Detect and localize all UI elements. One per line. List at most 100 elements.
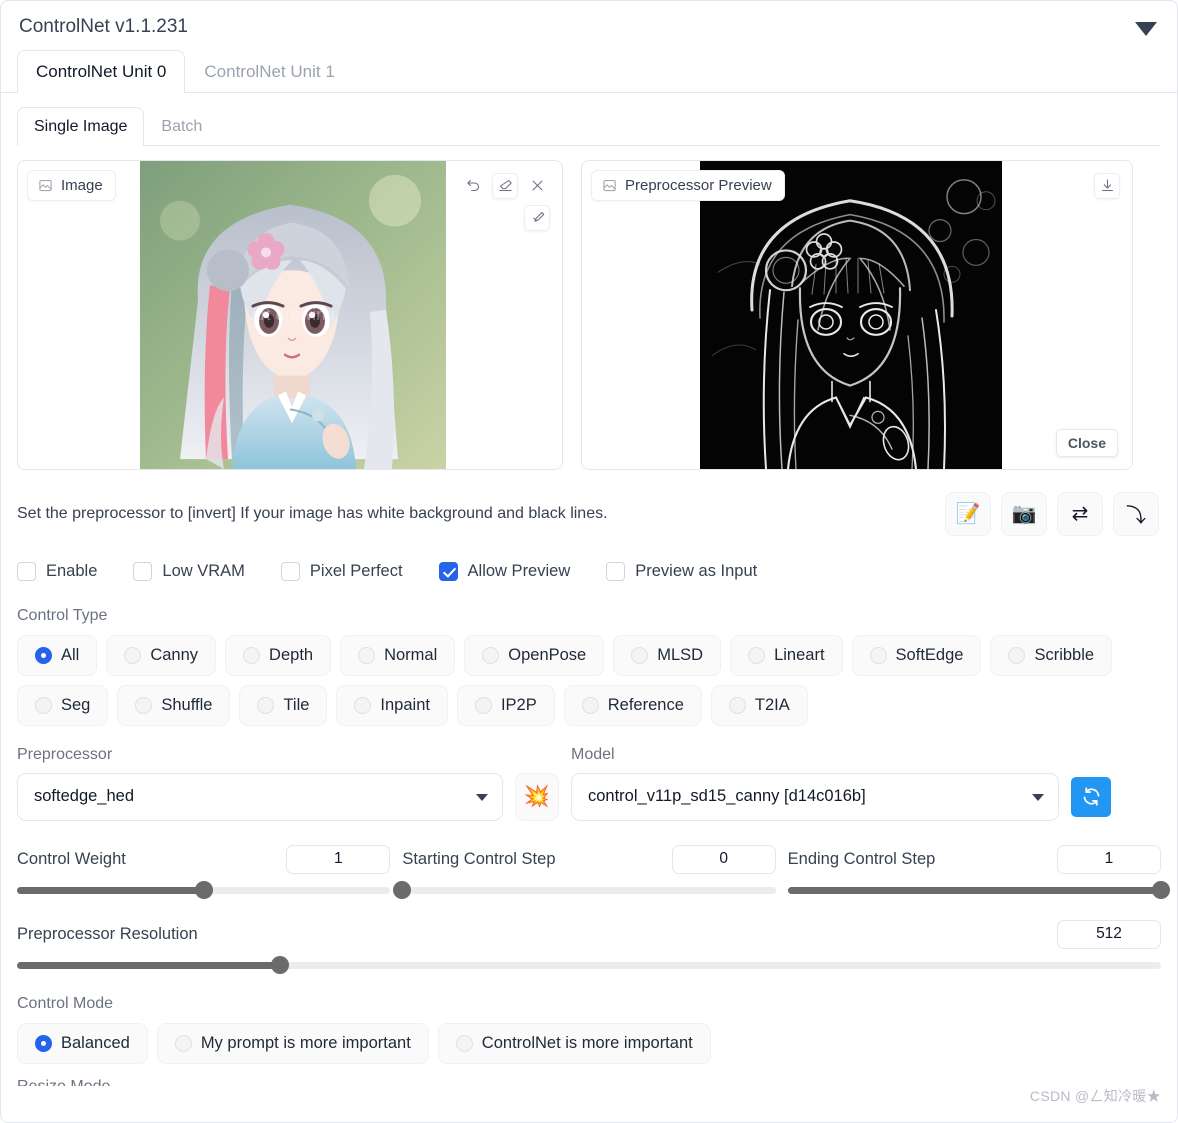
control-type-inpaint[interactable]: Inpaint (336, 684, 448, 726)
radio[interactable] (257, 696, 275, 714)
control-type-canny[interactable]: Canny (106, 634, 217, 676)
slider-value[interactable]: 1 (286, 844, 391, 874)
preprocessor-dropdown[interactable]: softedge_hed (17, 772, 503, 821)
control-mode-balanced[interactable]: Balanced (17, 1022, 148, 1064)
checkbox-box[interactable] (17, 561, 36, 581)
close-icon[interactable] (524, 172, 550, 199)
control-type-mlsd[interactable]: MLSD (613, 634, 722, 676)
control-type-shuffle[interactable]: Shuffle (117, 684, 231, 726)
radio[interactable] (354, 696, 372, 714)
checkbox-box[interactable] (438, 561, 458, 581)
control-type-openpose[interactable]: OpenPose (464, 634, 605, 676)
checkbox-pixel-perfect[interactable]: Pixel Perfect (280, 561, 403, 581)
webcam-button[interactable]: 📷 (1001, 491, 1047, 536)
control-type-ip2p[interactable]: IP2P (456, 684, 555, 726)
pill-label: IP2P (500, 695, 537, 714)
slider-track[interactable] (17, 956, 1161, 975)
control-type-lineart[interactable]: Lineart (730, 634, 843, 676)
control-type-reference[interactable]: Reference (563, 684, 702, 726)
tab-batch[interactable]: Batch (144, 107, 219, 145)
radio[interactable] (748, 646, 766, 664)
checkbox-box[interactable] (133, 561, 153, 581)
slider-label: Ending Control Step (787, 849, 936, 868)
send-dimensions-button[interactable]: ⤵ (1113, 491, 1159, 536)
radio[interactable] (1008, 646, 1026, 664)
radio[interactable] (869, 646, 887, 664)
radio[interactable] (35, 646, 52, 664)
swap-button[interactable]: ⇄ (1057, 491, 1103, 536)
radio[interactable] (35, 1034, 52, 1052)
undo-icon[interactable] (460, 172, 486, 199)
slider-knob[interactable] (271, 956, 290, 975)
image-icon (39, 179, 52, 191)
radio[interactable] (124, 646, 142, 664)
radio[interactable] (728, 696, 746, 714)
checkbox-box[interactable] (280, 561, 300, 581)
preprocessor-preview-image (700, 160, 1002, 469)
control-type-normal[interactable]: Normal (340, 634, 456, 676)
pill-label: Seg (61, 695, 91, 714)
radio[interactable] (455, 1034, 473, 1052)
radio[interactable] (474, 696, 492, 714)
control-type-tile[interactable]: Tile (239, 684, 328, 726)
tab-controlnet-unit-1[interactable]: ControlNet Unit 1 (185, 50, 353, 92)
refresh-models-button[interactable] (1071, 776, 1111, 817)
radio[interactable] (135, 696, 153, 714)
image-dropzone[interactable]: Image art drawing (17, 159, 563, 470)
slider-value[interactable]: 512 (1057, 919, 1161, 949)
radio[interactable] (174, 1034, 192, 1052)
slider-track[interactable] (393, 881, 776, 900)
control-type-scribble[interactable]: Scribble (990, 634, 1113, 676)
checkbox-box[interactable] (606, 561, 626, 581)
pill-label: MLSD (657, 645, 704, 664)
radio[interactable] (631, 646, 649, 664)
unit-tabs: ControlNet Unit 0 ControlNet Unit 1 (1, 49, 1177, 93)
radio[interactable] (358, 646, 376, 664)
radio[interactable] (482, 646, 500, 664)
checkbox-low-vram[interactable]: Low VRAM (133, 561, 245, 581)
unit-0-panel: Single Image Batch Image art drawing Pre… (1, 93, 1177, 470)
slider-track[interactable] (787, 881, 1170, 900)
radio[interactable] (35, 696, 52, 714)
image-icon (603, 179, 616, 191)
pill-label: Depth (269, 645, 314, 664)
pill-label: My prompt is more important (200, 1033, 411, 1052)
tab-controlnet-unit-0[interactable]: ControlNet Unit 0 (17, 49, 186, 93)
send-to-txt2img-button[interactable]: 📝 (945, 491, 991, 536)
brush-icon[interactable] (524, 204, 550, 231)
model-dropdown[interactable]: control_v11p_sd15_canny [d14c016b] (571, 772, 1059, 821)
control-mode-my-prompt[interactable]: My prompt is more important (156, 1022, 429, 1064)
run-preprocessor-button[interactable]: 💥 (515, 772, 559, 821)
slider-value[interactable]: 0 (671, 844, 776, 874)
control-mode-controlnet[interactable]: ControlNet is more important (437, 1022, 711, 1064)
control-type-all[interactable]: All (17, 634, 98, 676)
preprocessor-preview-panel[interactable]: Preprocessor Preview Close (581, 159, 1133, 470)
control-mode-row: Balanced My prompt is more important Con… (1, 1022, 1177, 1064)
preprocessor-hint: Set the preprocessor to [invert] If your… (17, 504, 608, 522)
slider-label: Preprocessor Resolution (17, 924, 198, 943)
control-type-seg[interactable]: Seg (17, 684, 109, 726)
accordion-header[interactable]: ControlNet v1.1.231 (1, 1, 1177, 44)
tab-single-image[interactable]: Single Image (17, 106, 145, 146)
close-preview-button[interactable]: Close (1055, 428, 1118, 457)
control-type-t2ia[interactable]: T2IA (710, 684, 808, 726)
slider-knob[interactable] (393, 881, 412, 900)
radio[interactable] (581, 696, 599, 714)
checkbox-allow-preview[interactable]: Allow Preview (438, 561, 570, 581)
slider-knob[interactable] (1151, 881, 1170, 900)
radio[interactable] (243, 646, 261, 664)
control-type-depth[interactable]: Depth (225, 634, 332, 676)
download-icon[interactable] (1094, 172, 1120, 199)
control-type-softedge[interactable]: SoftEdge (851, 634, 982, 676)
slider-track[interactable] (17, 881, 391, 900)
eraser-icon[interactable] (492, 172, 518, 199)
slider-knob[interactable] (194, 881, 213, 900)
checkbox-preview-as-input[interactable]: Preview as Input (606, 561, 758, 581)
triangle-down-icon[interactable] (1135, 22, 1157, 36)
slider-label: Starting Control Step (402, 849, 556, 868)
checkbox-label: Preview as Input (635, 561, 758, 580)
image-panel-tag: Image (27, 169, 116, 201)
model-value: control_v11p_sd15_canny [d14c016b] (588, 787, 866, 806)
slider-value[interactable]: 1 (1056, 844, 1161, 874)
checkbox-enable[interactable]: Enable (17, 561, 97, 581)
